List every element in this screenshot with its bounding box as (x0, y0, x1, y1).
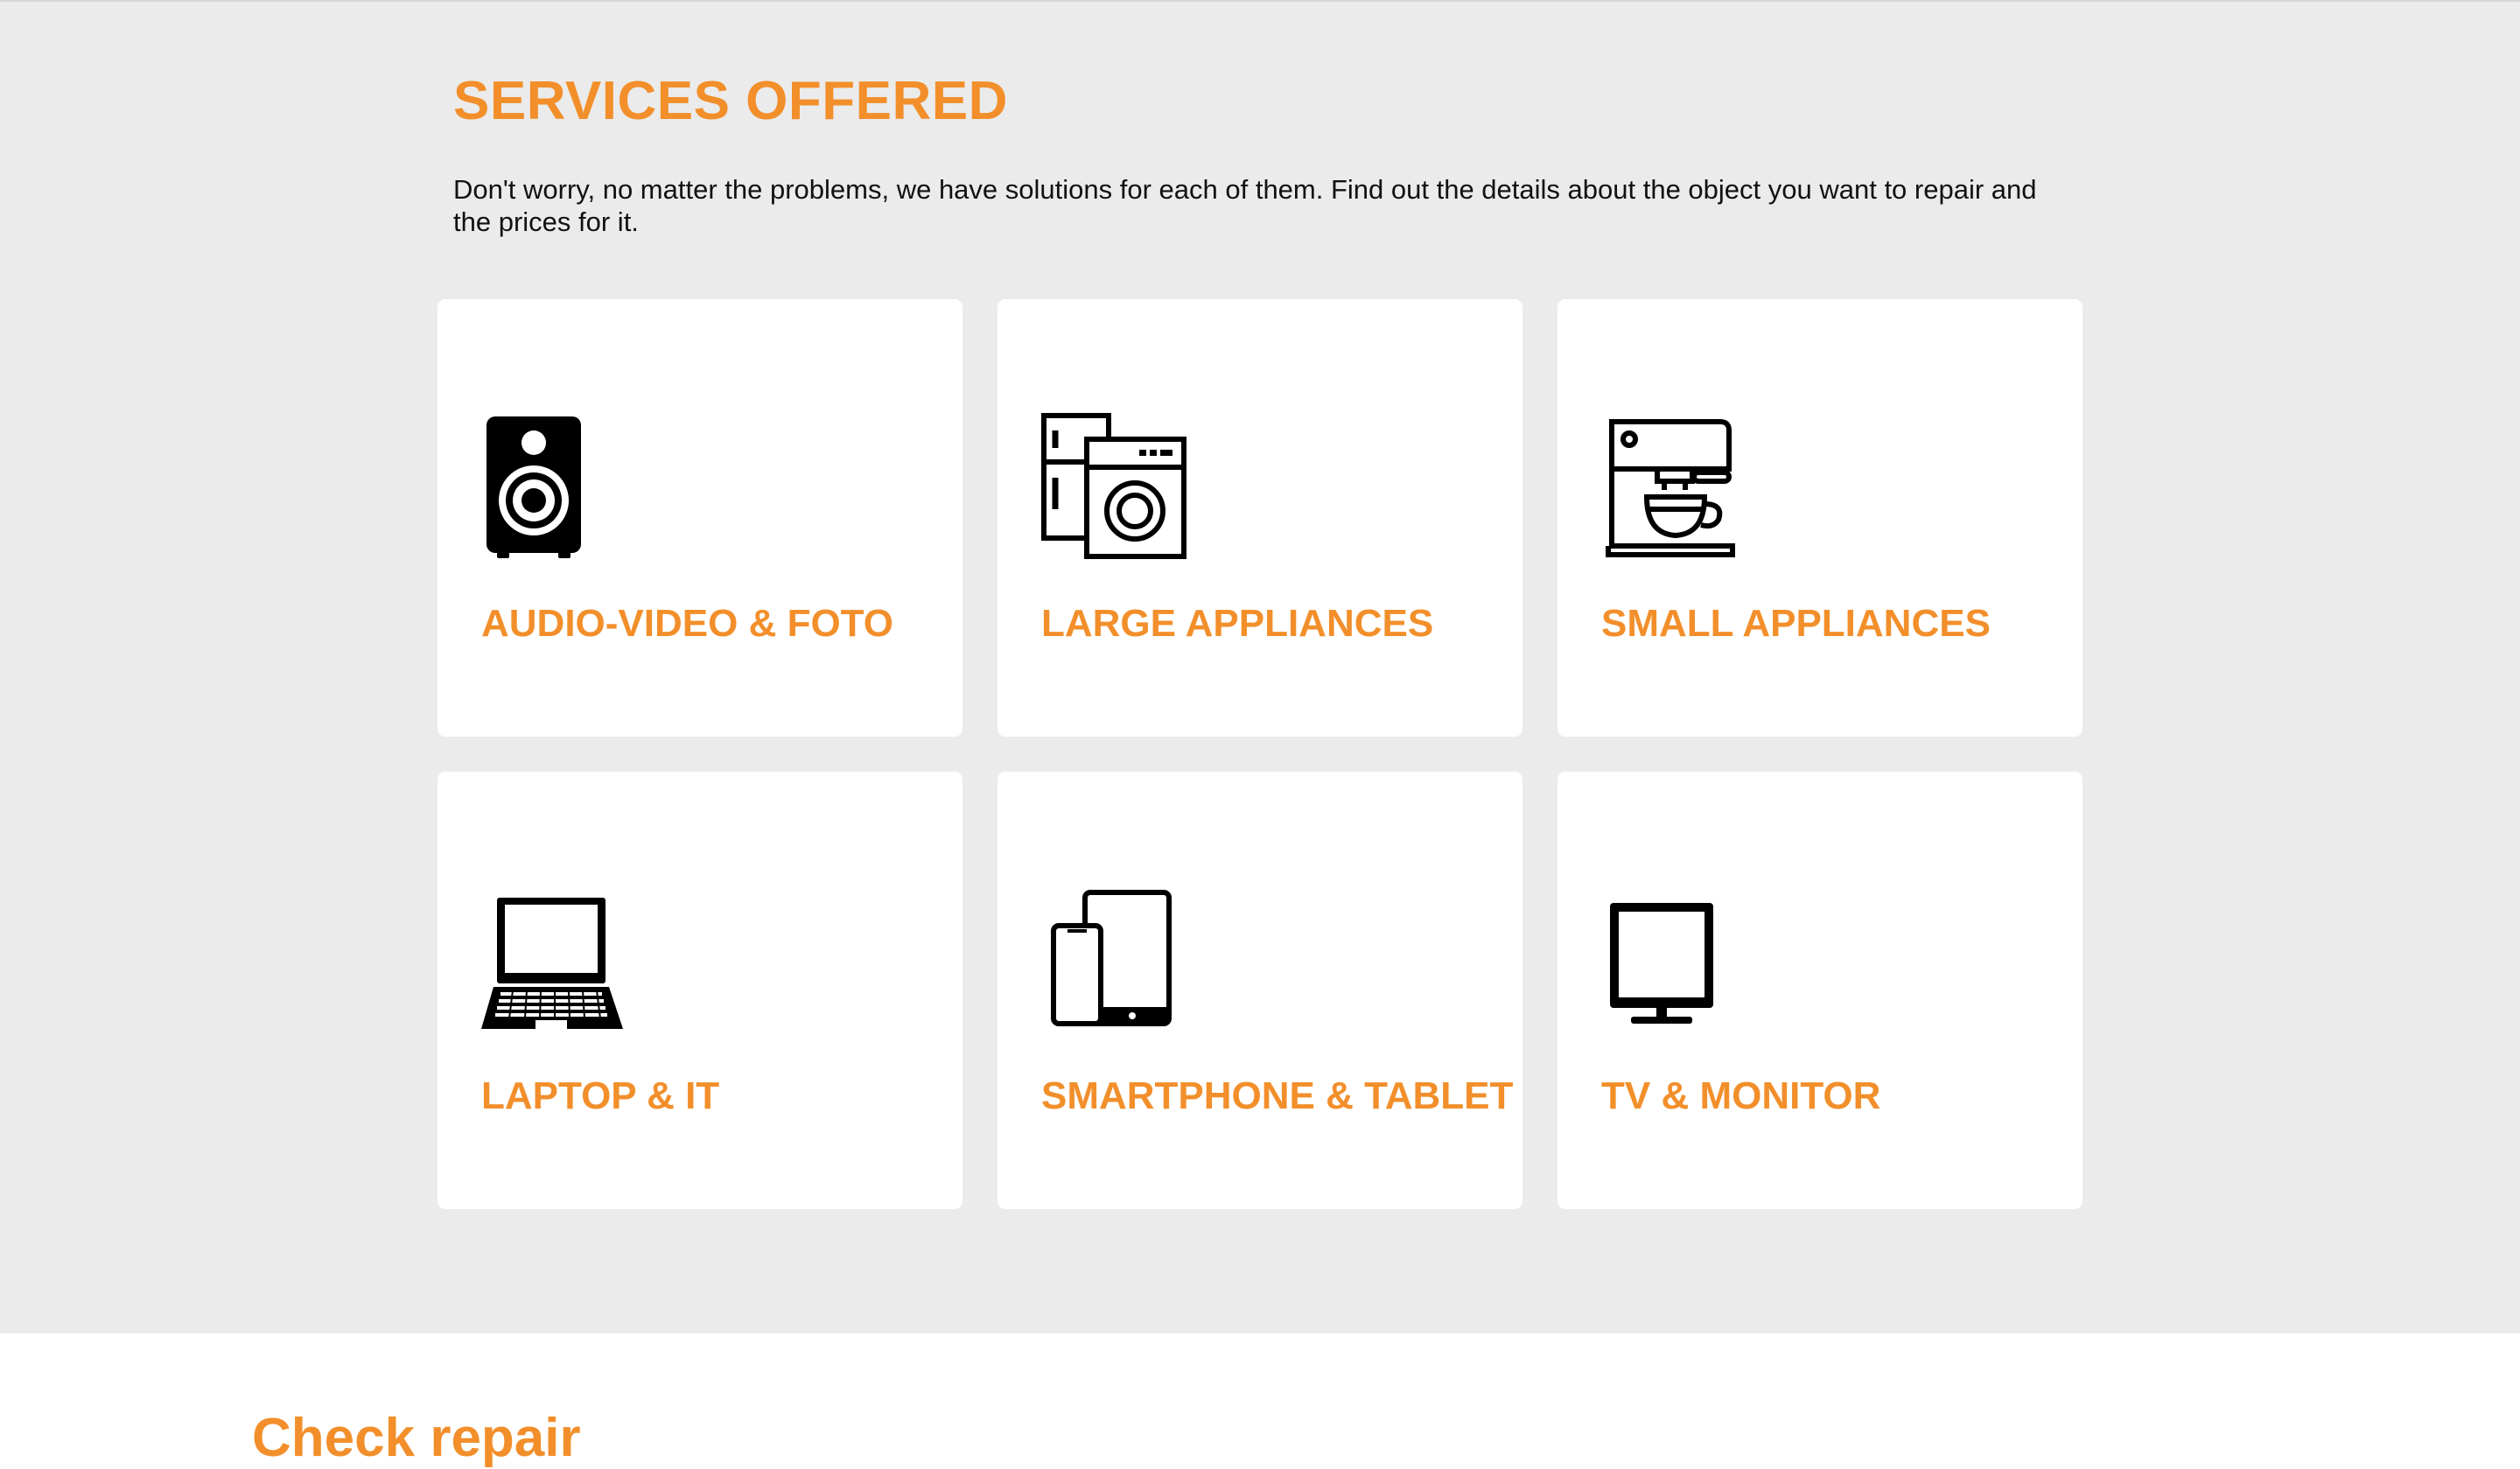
monitor-icon (1601, 885, 1759, 1034)
phone-tablet-icon (1041, 885, 1199, 1034)
fridge-washer-icon (1041, 413, 1199, 562)
services-title: SERVICES OFFERED (453, 71, 1008, 131)
service-card-label: LARGE APPLIANCES (1041, 602, 1434, 645)
service-card-audio-video-foto[interactable]: AUDIO-VIDEO & FOTO (438, 299, 962, 737)
service-card-label: LAPTOP & IT (481, 1074, 720, 1117)
service-card-tv-monitor[interactable]: TV & MONITOR (1558, 772, 2082, 1209)
service-card-large-appliances[interactable]: LARGE APPLIANCES (998, 299, 1522, 737)
service-card-label: SMARTPHONE & TABLET (1041, 1074, 1514, 1117)
services-section: SERVICES OFFERED Don't worry, no matter … (0, 0, 2520, 1333)
speaker-icon (481, 413, 639, 562)
service-card-label: TV & MONITOR (1601, 1074, 1881, 1117)
service-card-laptop-it[interactable]: LAPTOP & IT (438, 772, 962, 1209)
services-description: Don't worry, no matter the problems, we … (453, 174, 2037, 237)
service-card-smartphone-tablet[interactable]: SMARTPHONE & TABLET (998, 772, 1522, 1209)
service-card-label: SMALL APPLIANCES (1601, 602, 1991, 645)
service-card-small-appliances[interactable]: SMALL APPLIANCES (1558, 299, 2082, 737)
laptop-icon (481, 885, 639, 1034)
coffee-machine-icon (1601, 413, 1759, 562)
service-card-label: AUDIO-VIDEO & FOTO (481, 602, 893, 645)
